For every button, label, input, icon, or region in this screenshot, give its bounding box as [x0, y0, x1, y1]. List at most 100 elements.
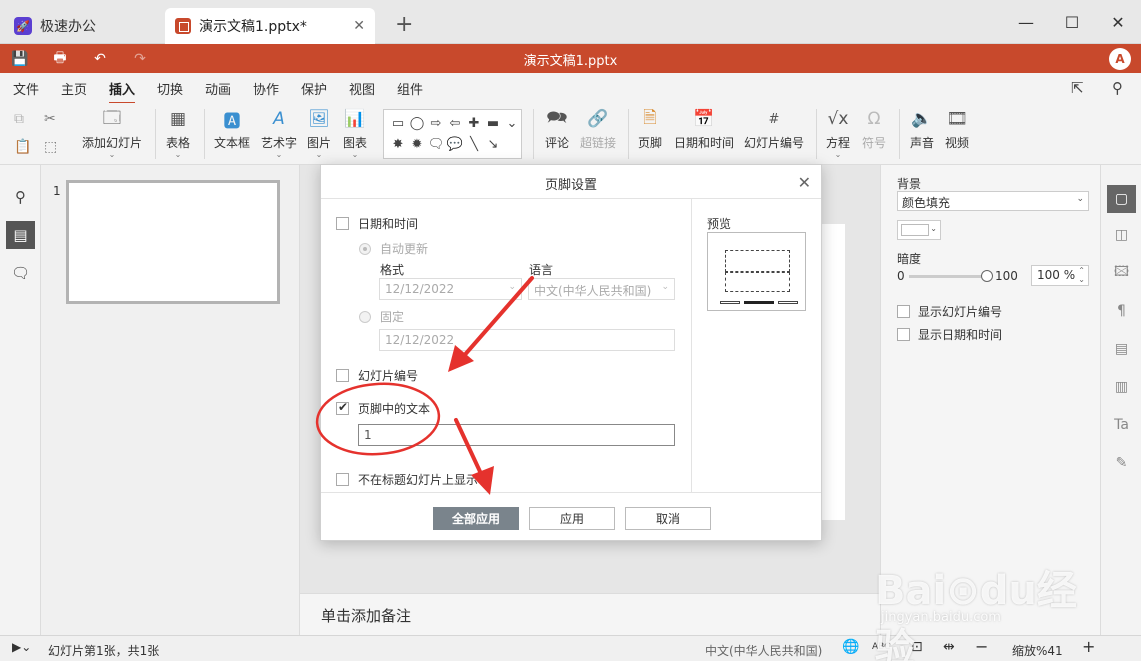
opacity-slider-track[interactable] — [909, 275, 985, 278]
menu-plugins[interactable]: 组件 — [397, 79, 423, 98]
rectangle-shape-icon[interactable]: ▭ — [390, 114, 406, 133]
equation-button[interactable]: √x 方程 ⌄ — [826, 107, 850, 159]
rocket-logo-icon: 🚀 — [14, 17, 32, 35]
show-datetime-checkbox[interactable]: 显示日期和时间 — [897, 326, 1002, 343]
format-label: 格式 — [380, 263, 405, 277]
new-tab-button[interactable]: + — [395, 12, 413, 37]
signature-settings-icon[interactable]: ✎ — [1107, 449, 1136, 477]
video-button[interactable]: 🎞 视频 — [945, 107, 969, 151]
copy-icon[interactable]: ⧉ — [14, 111, 24, 127]
slide-number-button[interactable]: # 幻灯片编号 — [744, 107, 804, 151]
cancel-button[interactable]: 取消 — [625, 507, 711, 530]
paragraph-settings-icon[interactable]: ¶ — [1107, 297, 1136, 325]
oval-callout-shape-icon[interactable]: 💬 — [447, 135, 463, 154]
slideshow-icon[interactable]: ▶⌄ — [12, 640, 31, 654]
menu-protect[interactable]: 保护 — [301, 79, 327, 98]
star-shape-icon[interactable]: ✸ — [390, 135, 406, 154]
shapes-gallery[interactable]: ▭ ◯ ⇨ ⇦ ✚ ▬ ⌄ ✸ ✹ 🗨 💬 ╲ ↘ — [383, 109, 522, 159]
arrow-line-shape-icon[interactable]: ↘ — [485, 135, 501, 154]
chart-button[interactable]: 📊 图表 ⌄ — [343, 107, 367, 159]
hyperlink-button[interactable]: 🔗 超链接 — [580, 107, 616, 151]
footer-button[interactable]: 🗎 页脚 — [638, 107, 662, 151]
datetime-checkbox[interactable]: 日期和时间 — [336, 215, 418, 232]
user-avatar[interactable]: A — [1109, 48, 1131, 70]
image-settings-icon[interactable]: 🖾 — [1107, 259, 1136, 287]
symbol-button[interactable]: Ω 符号 — [862, 107, 886, 151]
language-select[interactable]: 中文(中华人民共和国) ⌄ — [528, 278, 675, 300]
document-tab[interactable]: 演示文稿1.pptx* ✕ — [165, 8, 375, 44]
color-picker[interactable]: ⌄ — [897, 220, 941, 240]
menu-transitions[interactable]: 切换 — [157, 79, 183, 98]
chevron-down-icon: ⌄ — [508, 282, 516, 292]
comments-panel-icon[interactable]: 🗨 — [6, 259, 35, 287]
ellipse-shape-icon[interactable]: ◯ — [409, 114, 425, 133]
notes-area[interactable]: 单击添加备注 — [300, 593, 880, 635]
plus-shape-icon[interactable]: ✚ — [466, 114, 482, 133]
menu-insert[interactable]: 插入 — [109, 79, 136, 104]
textart-settings-icon[interactable]: Ta — [1107, 411, 1136, 439]
footer-preview — [707, 232, 806, 311]
fixed-radio[interactable]: 固定 — [359, 308, 404, 325]
menu-home[interactable]: 主页 — [61, 79, 87, 98]
maximize-button[interactable]: ☐ — [1049, 6, 1095, 38]
image-button[interactable]: 🖼 图片 ⌄ — [307, 107, 331, 159]
datetime-button[interactable]: 📅 日期和时间 — [674, 107, 734, 151]
apply-all-button[interactable]: 全部应用 — [433, 507, 519, 530]
add-slide-button[interactable]: 🗔 添加幻灯片 ⌄ — [82, 107, 142, 159]
table-button[interactable]: ▦ 表格 ⌄ — [166, 107, 190, 159]
minus-shape-icon[interactable]: ▬ — [485, 114, 501, 133]
comment-button[interactable]: 🗪 评论 — [545, 107, 569, 151]
hide-on-title-checkbox[interactable]: 不在标题幻灯片上显示 — [336, 471, 478, 488]
auto-update-radio[interactable]: 自动更新 — [359, 240, 428, 257]
spinner-icon[interactable]: ⌃ ⌄ — [1078, 266, 1085, 284]
format-select[interactable]: 12/12/2022 ⌄ — [379, 278, 522, 300]
opacity-slider-handle[interactable] — [981, 270, 993, 282]
globe-icon[interactable]: 🌐 — [842, 639, 859, 655]
app-tab[interactable]: 🚀 极速办公 — [6, 8, 161, 44]
burst-shape-icon[interactable]: ✹ — [409, 135, 425, 154]
close-icon[interactable]: ✕ — [798, 173, 811, 192]
callout-shape-icon[interactable]: 🗨 — [428, 135, 445, 154]
close-window-button[interactable]: ✕ — [1095, 6, 1141, 38]
dialog-title: 页脚设置 — [321, 165, 821, 199]
opacity-input[interactable]: 100 % ⌃ ⌄ — [1031, 265, 1089, 286]
left-arrow-shape-icon[interactable]: ⇦ — [447, 114, 463, 133]
right-arrow-shape-icon[interactable]: ⇨ — [428, 114, 444, 133]
omega-icon: Ω — [867, 109, 881, 129]
minimize-button[interactable]: — — [1003, 6, 1049, 38]
wordart-button[interactable]: A 艺术字 ⌄ — [261, 107, 297, 159]
chart-settings-icon[interactable]: ▥ — [1107, 373, 1136, 401]
menu-collaborate[interactable]: 协作 — [253, 79, 279, 98]
apply-button[interactable]: 应用 — [529, 507, 615, 530]
open-location-icon[interactable]: ⇱ — [1071, 79, 1084, 97]
background-label: 背景 — [897, 177, 922, 191]
show-slide-number-checkbox[interactable]: 显示幻灯片编号 — [897, 303, 1002, 320]
paste-icon[interactable]: 📋 — [14, 139, 31, 155]
close-tab-icon[interactable]: ✕ — [353, 18, 365, 34]
audio-button[interactable]: 🔈 声音 — [910, 107, 934, 151]
footer-text-checkbox[interactable]: 页脚中的文本 — [336, 400, 430, 417]
slide-number-checkbox[interactable]: 幻灯片编号 — [336, 367, 418, 384]
menu-file[interactable]: 文件 — [13, 79, 39, 98]
slides-panel-icon[interactable]: ▤ — [6, 221, 35, 249]
textbox-button[interactable]: 🅰 文本框 — [214, 107, 250, 151]
cut-icon[interactable]: ✂ — [44, 111, 56, 127]
language-indicator[interactable]: 中文(中华人民共和国) — [705, 642, 822, 659]
slide-thumbnail[interactable] — [66, 180, 280, 304]
shapes-more-icon[interactable]: ⌄ — [504, 114, 520, 133]
shape-settings-icon[interactable]: ◫ — [1107, 221, 1136, 249]
chevron-down-icon: ⌄ — [1076, 194, 1084, 204]
menu-animation[interactable]: 动画 — [205, 79, 231, 98]
footer-text-input[interactable]: 1 — [358, 424, 675, 446]
film-icon: 🎞 — [946, 109, 968, 129]
table-settings-icon[interactable]: ▤ — [1107, 335, 1136, 363]
slide-settings-icon[interactable]: ▢ — [1107, 185, 1136, 213]
select-icon[interactable]: ⬚ — [44, 139, 57, 155]
fixed-date-input[interactable]: 12/12/2022 — [379, 329, 675, 351]
line-shape-icon[interactable]: ╲ — [466, 135, 482, 154]
search-panel-icon[interactable]: ⚲ — [6, 183, 35, 211]
opacity-min: 0 — [897, 269, 905, 283]
menu-view[interactable]: 视图 — [349, 79, 375, 98]
fill-type-select[interactable]: 颜色填充 ⌄ — [897, 191, 1089, 211]
search-icon[interactable]: ⚲ — [1112, 79, 1123, 97]
